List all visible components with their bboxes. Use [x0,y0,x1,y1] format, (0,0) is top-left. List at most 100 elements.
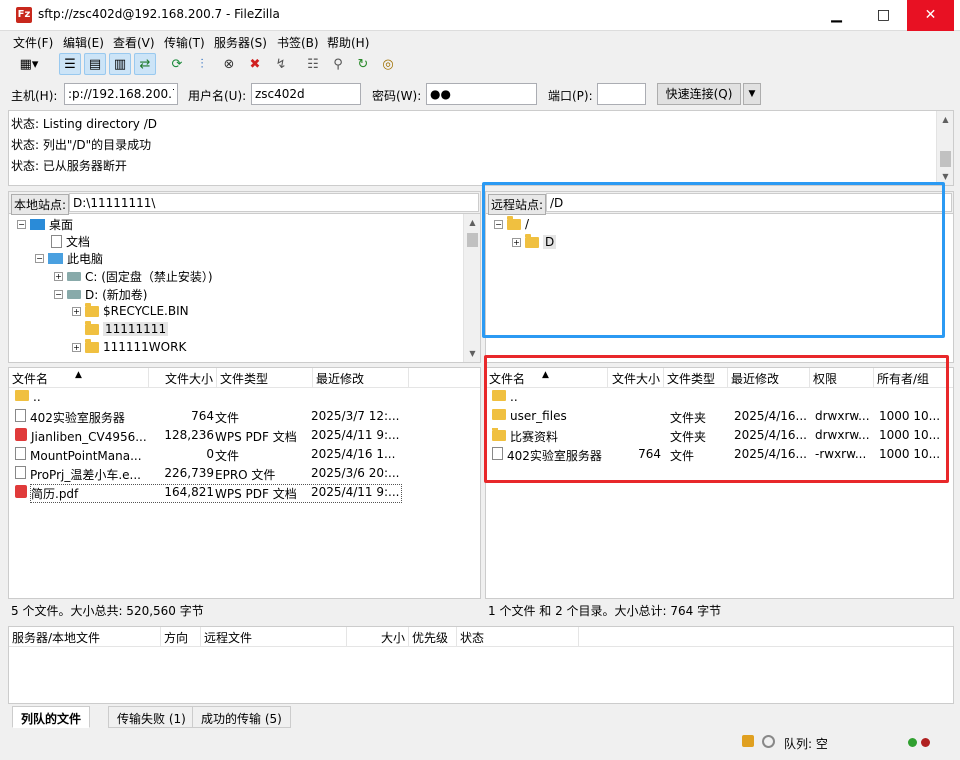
log-line: 状态: 列出"/D"的目录成功 [11,138,152,152]
menu-transfer[interactable]: 传输(T) [164,34,205,51]
transfer-queue: 服务器/本地文件 方向 远程文件 大小 优先级 状态 [8,626,954,704]
scroll-down-icon[interactable]: ▼ [464,345,480,362]
document-icon [15,409,26,422]
receive-indicator-icon [921,738,930,747]
col-filetype[interactable]: 文件类型 [217,368,313,388]
tree-item-this-pc[interactable]: − 此电脑 [35,249,103,267]
disconnect-icon[interactable]: ✖ [244,53,266,75]
toggle-remote-tree-icon[interactable]: ▥ [109,53,131,75]
table-row[interactable]: ProPrj_温差小车.e... [15,466,147,483]
close-button[interactable]: ✕ [907,0,954,31]
port-label: 端口(P): [548,89,593,103]
username-input[interactable] [251,83,361,105]
tree-item-111111work[interactable]: +111111WORK [72,338,186,356]
col-status[interactable]: 状态 [457,627,579,647]
local-path-input[interactable]: D:\11111111\ [69,193,479,212]
title-bar: Fz sftp://zsc402d@192.168.200.7 - FileZi… [0,0,960,31]
scroll-thumb[interactable] [467,233,478,247]
toggle-log-icon[interactable]: ☰ [59,53,81,75]
window-title: sftp://zsc402d@192.168.200.7 - FileZilla [38,7,280,21]
quickconnect-button[interactable]: 快速连接(Q) [657,83,741,105]
local-tree-scrollbar[interactable]: ▲ ▼ [463,214,480,362]
queue-status: 队列: 空 [784,737,828,751]
tab-failed-transfers[interactable]: 传输失败 (1) [108,706,195,728]
menu-file[interactable]: 文件(F) [13,34,53,51]
menu-edit[interactable]: 编辑(E) [63,34,104,51]
computer-icon [48,252,63,264]
sync-browse-icon[interactable]: ↻ [352,53,374,75]
col-size[interactable]: 大小 [347,627,409,647]
pdf-icon [15,428,27,441]
pdf-icon [15,485,27,498]
log-line: 状态: 已从服务器断开 [11,159,127,173]
log-scrollbar[interactable]: ▲ ▼ [936,111,953,185]
folder-icon [15,390,29,401]
tree-item-11111111[interactable]: 11111111 [85,320,169,338]
col-remote-file[interactable]: 远程文件 [201,627,347,647]
highlight-box-red [484,355,949,483]
drive-icon [67,271,81,281]
local-status: 5 个文件。大小总共: 520,560 字节 [8,600,481,620]
folder-icon [85,302,99,317]
log-line: 状态: Listing directory /D [11,117,157,131]
password-input[interactable] [426,83,537,105]
document-icon [51,234,62,248]
maximize-button[interactable]: □ [860,0,907,31]
document-icon [15,447,26,460]
search-icon[interactable]: ◎ [377,53,399,75]
menu-bookmarks[interactable]: 书签(B) [277,34,319,51]
speed-limit-icon [762,735,775,748]
port-input[interactable] [597,83,646,105]
toggle-local-tree-icon[interactable]: ▤ [84,53,106,75]
scroll-up-icon[interactable]: ▲ [464,214,480,231]
filezilla-icon: Fz [16,7,32,23]
user-label: 用户名(U): [188,89,247,103]
tab-queued-files[interactable]: 列队的文件 [12,706,91,728]
password-label: 密码(W): [372,89,422,103]
toolbar: ▦▾ ☰ ▤ ▥ ⇄ ⟳ ⫶ ⊗ ✖ ↯ ☷ ⚲ ↻ ◎ [0,51,960,77]
tree-item-desktop[interactable]: − 桌面 [17,215,73,233]
tree-item-recycle[interactable]: + $RECYCLE.BIN [72,302,189,320]
refresh-icon[interactable]: ⟳ [166,53,188,75]
cancel-operation-icon[interactable]: ⊗ [218,53,240,75]
menu-view[interactable]: 查看(V) [113,34,155,51]
desktop-icon [30,218,45,230]
toggle-queue-icon[interactable]: ⇄ [134,53,156,75]
highlight-box-blue [482,182,945,338]
table-row[interactable]: .. [15,390,145,404]
col-server-local[interactable]: 服务器/本地文件 [9,627,161,647]
table-row[interactable]: 402实验室服务器 [15,409,147,426]
folder-icon [85,320,99,335]
local-tree-pane: 本地站点: D:\11111111\ − 桌面 文档 − 此电脑 + C: (固定盘（… [8,191,481,363]
process-queue-icon[interactable]: ⫶ [191,53,213,75]
col-filesize[interactable]: 文件大小 [149,368,217,388]
send-indicator-icon [908,738,917,747]
menu-server[interactable]: 服务器(S) [214,34,267,51]
table-row[interactable]: Jianliben_CV4956... [15,428,147,444]
remote-status: 1 个文件 和 2 个目录。大小总计: 764 字节 [485,600,954,620]
reconnect-icon[interactable]: ↯ [270,53,292,75]
scroll-up-icon[interactable]: ▲ [937,111,954,128]
col-modified[interactable]: 最近修改 [313,368,409,388]
tree-item-documents[interactable]: 文档 [51,232,90,250]
compare-icon[interactable]: ⚲ [327,53,349,75]
host-input[interactable] [64,83,178,105]
minimize-button[interactable]: ▁ [813,0,860,31]
col-direction[interactable]: 方向 [161,627,201,647]
filter-icon[interactable]: ☷ [302,53,324,75]
col-priority[interactable]: 优先级 [409,627,457,647]
tree-item-drive-c[interactable]: + C: (固定盘（禁止安装）) [54,267,213,285]
tree-item-drive-d[interactable]: − D: (新加卷) [54,285,147,303]
site-manager-icon[interactable]: ▦▾ [11,53,47,75]
menu-bar: 文件(F) 编辑(E) 查看(V) 传输(T) 服务器(S) 书签(B) 帮助(… [0,31,960,51]
menu-help[interactable]: 帮助(H) [327,34,369,51]
document-icon [15,466,26,479]
lock-icon [742,735,754,747]
table-row[interactable]: MountPointMana... [15,447,147,463]
quickconnect-dropdown[interactable]: ▼ [743,83,761,105]
tab-successful-transfers[interactable]: 成功的传输 (5) [192,706,291,728]
local-site-bar: 本地站点: D:\11111111\ [9,192,480,215]
scroll-thumb[interactable] [940,151,951,167]
table-row[interactable]: 简历.pdf [15,485,147,502]
message-log: 状态: Listing directory /D 状态: 列出"/D"的目录成功… [8,110,954,186]
